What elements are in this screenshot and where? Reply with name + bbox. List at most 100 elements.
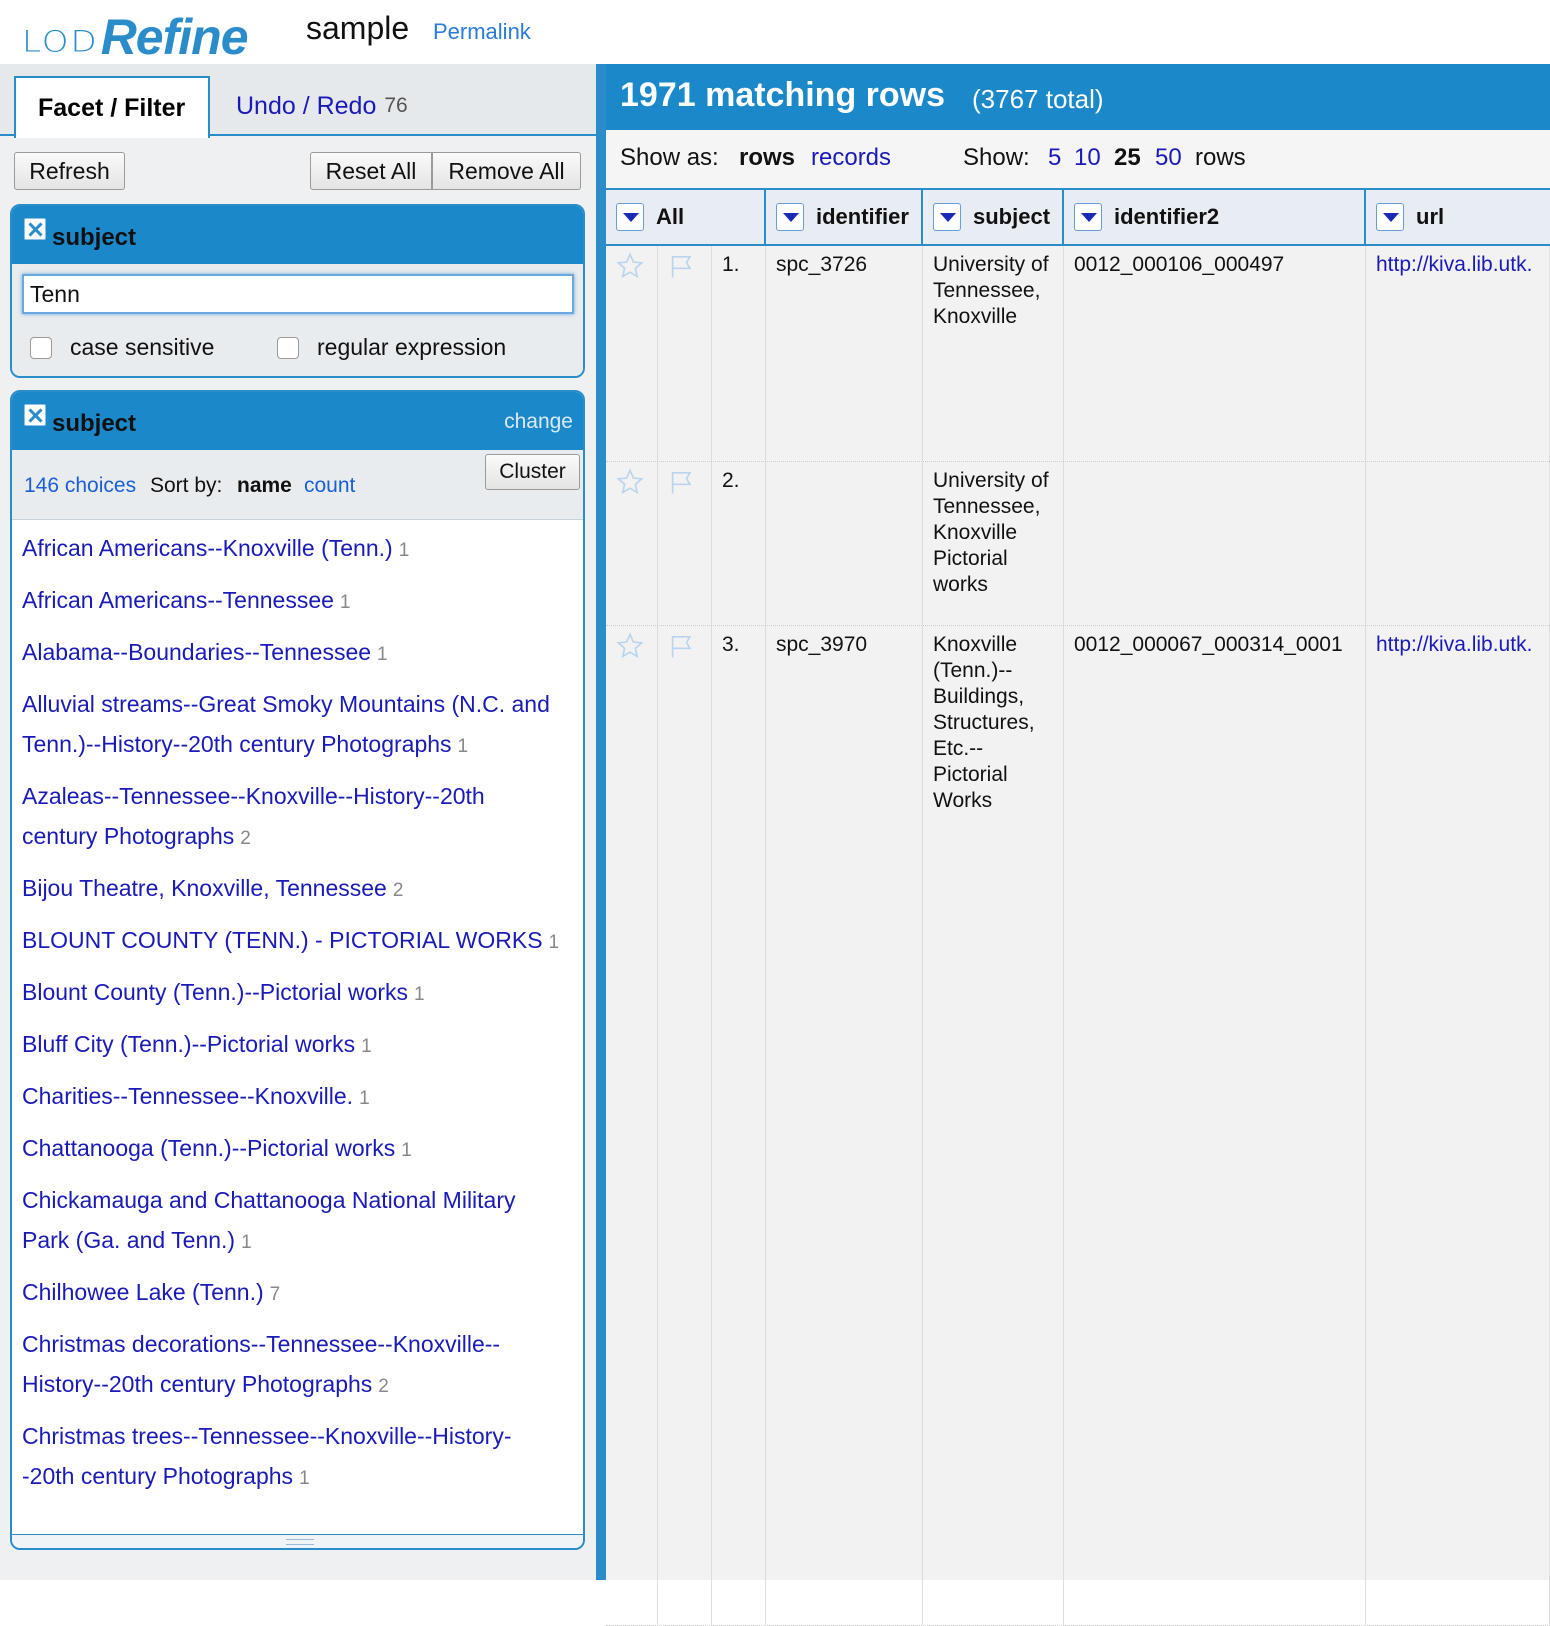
- sort-by-count[interactable]: count: [304, 474, 355, 498]
- facet-choice-label[interactable]: Chickamauga and Chattanooga National Mil…: [22, 1187, 516, 1253]
- facet-choice[interactable]: Christmas decorations--Tennessee--Knoxvi…: [22, 1324, 562, 1407]
- page-size-25[interactable]: 25: [1114, 144, 1141, 172]
- rows-suffix: rows: [1195, 144, 1246, 171]
- app-logo[interactable]: LOD Refine: [22, 6, 248, 62]
- show-as-rows[interactable]: rows: [739, 144, 795, 172]
- cell-identifier[interactable]: spc_3726: [766, 246, 923, 461]
- facet-choice[interactable]: Christmas trees--Tennessee--Knoxville--H…: [22, 1416, 562, 1499]
- facet-choice[interactable]: Chickamauga and Chattanooga National Mil…: [22, 1180, 562, 1263]
- view-options-bar: Show as: rows records Show: 5 10 25 50 r…: [606, 130, 1550, 190]
- cell-identifier2[interactable]: [1064, 462, 1366, 625]
- column-header-all[interactable]: All: [606, 190, 766, 244]
- column-header-url[interactable]: url: [1366, 190, 1550, 244]
- flag-cell: [658, 246, 712, 461]
- close-icon[interactable]: [24, 218, 46, 240]
- sort-by-name[interactable]: name: [237, 474, 292, 498]
- facet-choice-label[interactable]: African Americans--Tennessee: [22, 587, 334, 613]
- facet-choice-label[interactable]: Chattanooga (Tenn.)--Pictorial works: [22, 1135, 395, 1161]
- facet-choice[interactable]: Charities--Tennessee--Knoxville. 1: [22, 1076, 562, 1119]
- star-icon[interactable]: [616, 468, 644, 496]
- cell-url-link[interactable]: [1366, 462, 1550, 625]
- facet-choice[interactable]: BLOUNT COUNTY (TENN.) - PICTORIAL WORKS 1: [22, 920, 562, 963]
- facet-choice-label[interactable]: Bluff City (Tenn.)--Pictorial works: [22, 1031, 355, 1057]
- facet-choice-count: 2: [392, 880, 404, 901]
- refresh-button[interactable]: Refresh: [14, 152, 125, 190]
- cell-url-link[interactable]: http://kiva.lib.utk.: [1366, 626, 1550, 1625]
- cell-subject[interactable]: Knoxville (Tenn.)-- Buildings, Structure…: [923, 626, 1064, 1625]
- cell-identifier2[interactable]: 0012_000067_000314_0001: [1064, 626, 1366, 1625]
- facet-choice[interactable]: Chilhowee Lake (Tenn.) 7: [22, 1272, 562, 1315]
- facet-choice-label[interactable]: Bijou Theatre, Knoxville, Tennessee: [22, 875, 387, 901]
- facet-choice[interactable]: Bijou Theatre, Knoxville, Tennessee 2: [22, 868, 562, 911]
- facet-choice-label[interactable]: BLOUNT COUNTY (TENN.) - PICTORIAL WORKS: [22, 927, 543, 953]
- facet-choice[interactable]: African Americans--Tennessee 1: [22, 580, 562, 623]
- facet-choice[interactable]: Alabama--Boundaries--Tennessee 1: [22, 632, 562, 675]
- remove-all-button[interactable]: Remove All: [432, 152, 581, 190]
- column-header-label: subject: [973, 204, 1051, 229]
- facet-choice-count: 1: [361, 1036, 372, 1057]
- star-icon[interactable]: [616, 252, 644, 280]
- permalink-link[interactable]: Permalink: [433, 19, 531, 45]
- facet-title: subject: [52, 410, 137, 437]
- facet-choice-label[interactable]: Alabama--Boundaries--Tennessee: [22, 639, 371, 665]
- close-icon[interactable]: [24, 404, 46, 426]
- case-sensitive-checkbox[interactable]: [30, 336, 52, 359]
- facet-body: case sensitive regular expression: [12, 264, 583, 376]
- facet-choice-label[interactable]: Alluvial streams--Great Smoky Mountains …: [22, 691, 550, 757]
- list-facet: subject change 146 choices Sort by: name…: [10, 390, 585, 1550]
- chevron-down-icon[interactable]: [776, 203, 804, 231]
- regular-expression-checkbox[interactable]: [277, 336, 299, 359]
- flag-icon[interactable]: [668, 252, 698, 280]
- flag-icon[interactable]: [668, 632, 698, 660]
- facet-header: subject change: [12, 392, 583, 450]
- facet-choice-label[interactable]: Christmas trees--Tennessee--Knoxville--H…: [22, 1423, 512, 1489]
- facet-choice-label[interactable]: African Americans--Knoxville (Tenn.): [22, 535, 393, 561]
- case-sensitive-option[interactable]: case sensitive: [30, 334, 214, 361]
- flag-icon[interactable]: [668, 468, 698, 496]
- column-header-identifier[interactable]: identifier: [766, 190, 923, 244]
- facet-change-link[interactable]: change: [504, 410, 573, 434]
- facet-choice-label[interactable]: Blount County (Tenn.)--Pictorial works: [22, 979, 408, 1005]
- chevron-down-icon[interactable]: [616, 203, 644, 231]
- cell-url-link[interactable]: http://kiva.lib.utk.: [1366, 246, 1550, 461]
- show-as-records[interactable]: records: [811, 144, 891, 172]
- facet-choice-label[interactable]: Azaleas--Tennessee--Knoxville--History--…: [22, 783, 485, 849]
- project-name[interactable]: sample: [306, 10, 409, 47]
- column-header-subject[interactable]: subject: [923, 190, 1064, 244]
- facet-resize-handle[interactable]: [12, 1534, 583, 1548]
- facet-choice[interactable]: Chattanooga (Tenn.)--Pictorial works 1: [22, 1128, 562, 1171]
- cell-subject[interactable]: University of Tennessee, Knoxville Picto…: [923, 462, 1064, 625]
- cell-identifier[interactable]: [766, 462, 923, 625]
- facet-choice-count: 1: [548, 932, 560, 953]
- chevron-down-icon[interactable]: [1074, 203, 1102, 231]
- facet-choice-count: 7: [269, 1284, 281, 1305]
- regular-expression-option[interactable]: regular expression: [277, 334, 506, 361]
- cell-subject[interactable]: University of Tennessee, Knoxville: [923, 246, 1064, 461]
- tab-undo-redo[interactable]: Undo / Redo 76: [214, 76, 430, 136]
- cell-identifier2[interactable]: 0012_000106_000497: [1064, 246, 1366, 461]
- page-size-50[interactable]: 50: [1155, 144, 1182, 172]
- page-size-10[interactable]: 10: [1074, 144, 1101, 172]
- chevron-down-icon[interactable]: [1376, 203, 1404, 231]
- facet-header: subject: [12, 206, 583, 264]
- cell-identifier[interactable]: spc_3970: [766, 626, 923, 1625]
- star-icon[interactable]: [616, 632, 644, 660]
- reset-all-button[interactable]: Reset All: [310, 152, 432, 190]
- facet-choice[interactable]: African Americans--Knoxville (Tenn.) 1: [22, 528, 562, 571]
- tab-facet-filter[interactable]: Facet / Filter: [14, 76, 210, 138]
- facet-choice-label[interactable]: Charities--Tennessee--Knoxville.: [22, 1083, 353, 1109]
- page-size-5[interactable]: 5: [1048, 144, 1061, 172]
- cluster-button[interactable]: Cluster: [485, 454, 580, 490]
- chevron-down-icon[interactable]: [933, 203, 961, 231]
- facet-choice[interactable]: Alluvial streams--Great Smoky Mountains …: [22, 684, 562, 767]
- choices-count-link[interactable]: 146 choices: [24, 474, 136, 498]
- facet-choice[interactable]: Blount County (Tenn.)--Pictorial works 1: [22, 972, 562, 1015]
- undo-count: 76: [384, 94, 408, 117]
- facet-choice[interactable]: Bluff City (Tenn.)--Pictorial works 1: [22, 1024, 562, 1067]
- facet-filter-input[interactable]: [22, 274, 574, 314]
- facet-choice-label[interactable]: Christmas decorations--Tennessee--Knoxvi…: [22, 1331, 500, 1397]
- column-header-identifier2[interactable]: identifier2: [1064, 190, 1366, 244]
- facet-choice-label[interactable]: Chilhowee Lake (Tenn.): [22, 1279, 264, 1305]
- row-number: 1.: [712, 246, 766, 461]
- facet-choice[interactable]: Azaleas--Tennessee--Knoxville--History--…: [22, 776, 562, 859]
